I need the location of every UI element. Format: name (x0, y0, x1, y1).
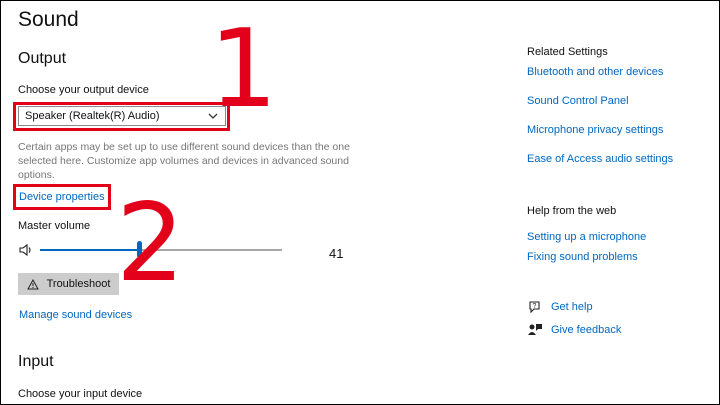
troubleshoot-label: Troubleshoot (46, 278, 111, 290)
fixing-sound-link[interactable]: Fixing sound problems (527, 251, 638, 263)
choose-output-label: Choose your output device (18, 84, 149, 96)
help-heading: Help from the web (527, 205, 617, 217)
output-info-line-2: selected here. Customize app volumes and… (18, 155, 349, 167)
speaker-icon[interactable] (18, 243, 34, 257)
give-feedback-icon (528, 324, 542, 335)
troubleshoot-button[interactable]: Troubleshoot (18, 273, 119, 295)
volume-value: 41 (329, 246, 344, 261)
annotation-box-dropdown (13, 102, 230, 131)
annotation-number-1: 1 (209, 7, 278, 132)
warning-icon (26, 278, 39, 289)
microphone-privacy-link[interactable]: Microphone privacy settings (527, 124, 663, 136)
output-info-line-1: Certain apps may be set up to use differ… (18, 141, 350, 153)
get-help-link[interactable]: Get help (551, 301, 593, 313)
related-settings-heading: Related Settings (527, 46, 608, 58)
output-heading: Output (18, 50, 67, 67)
give-feedback-link[interactable]: Give feedback (551, 324, 621, 336)
bluetooth-link[interactable]: Bluetooth and other devices (527, 66, 663, 78)
svg-text:?: ? (533, 303, 537, 310)
ease-of-access-audio-link[interactable]: Ease of Access audio settings (527, 153, 673, 165)
master-volume-label: Master volume (18, 220, 91, 232)
annotation-number-2: 2 (116, 181, 185, 306)
setting-up-microphone-link[interactable]: Setting up a microphone (527, 231, 646, 243)
annotation-box-device-properties (13, 184, 111, 210)
input-heading: Input (18, 353, 54, 370)
get-help-icon: ? (529, 301, 540, 314)
output-info-line-3: options. (18, 169, 55, 181)
manage-sound-devices-link[interactable]: Manage sound devices (19, 309, 132, 321)
choose-input-label: Choose your input device (18, 388, 143, 400)
page-title: Sound (18, 8, 79, 31)
sound-control-panel-link[interactable]: Sound Control Panel (527, 95, 629, 107)
